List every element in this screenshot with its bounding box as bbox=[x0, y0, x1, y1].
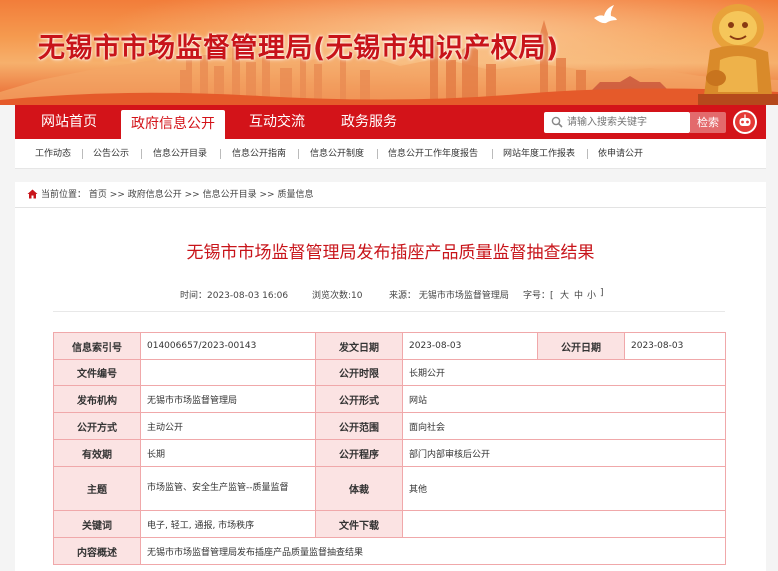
nav-interaction[interactable]: 互动交流 bbox=[237, 105, 317, 139]
subnav-apply-disclosure[interactable]: 依申请公开 bbox=[598, 139, 643, 169]
subnav-separator bbox=[298, 149, 299, 159]
sub-navbar: 工作动态 公告公示 信息公开目录 信息公开指南 信息公开制度 信息公开工作年度报… bbox=[15, 139, 766, 169]
subnav-separator bbox=[587, 149, 588, 159]
robot-face-icon bbox=[735, 112, 755, 132]
breadcrumb-separator: >> bbox=[184, 190, 200, 200]
breadcrumb-bar: 当前位置： 首页 >> 政府信息公开 >> 信息公开目录 >> 质量信息 bbox=[15, 182, 766, 208]
article-source: 来源： 无锡市市场监督管理局 bbox=[389, 291, 509, 301]
stone-lion-illustration bbox=[698, 4, 778, 105]
article-views: 浏览次数:10 bbox=[312, 291, 363, 301]
breadcrumb-gov-info[interactable]: 政府信息公开 bbox=[128, 190, 182, 200]
summary-label: 内容概述 bbox=[53, 537, 141, 565]
doc-no-label: 文件编号 bbox=[53, 359, 141, 386]
subnav-info-rules[interactable]: 信息公开制度 bbox=[310, 139, 364, 169]
font-size-large[interactable]: 大 bbox=[560, 288, 569, 301]
procedure-value: 部门内部审核后公开 bbox=[402, 439, 726, 467]
summary-value: 无锡市市场监督管理局发布插座产品质量监督抽查结果 bbox=[140, 537, 726, 565]
validity-value: 长期 bbox=[140, 439, 316, 467]
subject-value: 市场监管、安全生产监管--质量监督 bbox=[140, 466, 316, 511]
table-row: 关键词 电子, 轻工, 通报, 市场秩序 文件下载 bbox=[53, 510, 726, 538]
subnav-info-catalog[interactable]: 信息公开目录 bbox=[153, 139, 207, 169]
nav-gov-services[interactable]: 政务服务 bbox=[329, 105, 409, 139]
subject-label: 主题 bbox=[53, 466, 141, 511]
publish-method-label: 公开方式 bbox=[53, 412, 141, 440]
table-row: 公开方式 主动公开 公开范围 面向社会 bbox=[53, 412, 726, 440]
home-icon bbox=[27, 189, 38, 199]
subnav-work-news[interactable]: 工作动态 bbox=[35, 139, 71, 169]
attachment-label: 文件下载 bbox=[315, 510, 403, 538]
publish-date-value: 2023-08-03 bbox=[624, 332, 726, 360]
nav-home[interactable]: 网站首页 bbox=[29, 105, 109, 139]
issue-date-value: 2023-08-03 bbox=[402, 332, 538, 360]
breadcrumb-info-catalog[interactable]: 信息公开目录 bbox=[203, 190, 257, 200]
table-row: 信息索引号 014006657/2023-00143 发文日期 2023-08-… bbox=[53, 332, 726, 360]
subnav-separator bbox=[377, 149, 378, 159]
breadcrumb: 当前位置： 首页 >> 政府信息公开 >> 信息公开目录 >> 质量信息 bbox=[27, 182, 313, 208]
subnav-info-guide[interactable]: 信息公开指南 bbox=[232, 139, 286, 169]
issuer-label: 发布机构 bbox=[53, 385, 141, 413]
subnav-website-report[interactable]: 网站年度工作报表 bbox=[503, 139, 575, 169]
issuer-value: 无锡市市场监督管理局 bbox=[140, 385, 316, 413]
font-size-small[interactable]: 小 bbox=[587, 288, 596, 301]
article-time: 时间：2023-08-03 16:06 bbox=[180, 291, 289, 301]
font-size-close: ] bbox=[600, 288, 604, 298]
doc-no-value bbox=[140, 359, 316, 386]
genre-label: 体裁 bbox=[315, 466, 403, 511]
publish-period-value: 长期公开 bbox=[402, 359, 726, 386]
article-content: 无锡市市场监督管理局发布插座产品质量监督抽查结果 时间：2023-08-03 1… bbox=[15, 208, 766, 571]
nav-gov-info-disclosure[interactable]: 政府信息公开 bbox=[121, 110, 225, 139]
breadcrumb-separator: >> bbox=[109, 190, 125, 200]
font-size-label: 字号：[ bbox=[523, 291, 554, 301]
subnav-annual-report[interactable]: 信息公开工作年度报告 bbox=[388, 139, 478, 169]
search-input[interactable] bbox=[567, 114, 685, 131]
table-row: 文件编号 公开时限 长期公开 bbox=[53, 359, 726, 386]
index-no-value: 014006657/2023-00143 bbox=[140, 332, 316, 360]
search-icon bbox=[551, 116, 563, 128]
table-row: 内容概述 无锡市市场监督管理局发布插座产品质量监督抽查结果 bbox=[53, 537, 726, 565]
index-no-label: 信息索引号 bbox=[53, 332, 141, 360]
search-button[interactable]: 检索 bbox=[690, 112, 726, 133]
publish-form-label: 公开形式 bbox=[315, 385, 403, 413]
main-navbar: 网站首页 政府信息公开 互动交流 政务服务 检索 bbox=[15, 105, 766, 139]
publish-method-value: 主动公开 bbox=[140, 412, 316, 440]
subnav-separator bbox=[82, 149, 83, 159]
breadcrumb-prefix: 当前位置： bbox=[41, 190, 87, 200]
robot-assistant-icon[interactable] bbox=[733, 110, 757, 134]
table-row: 有效期 长期 公开程序 部门内部审核后公开 bbox=[53, 439, 726, 467]
font-size-medium[interactable]: 中 bbox=[574, 288, 583, 301]
article-title: 无锡市市场监督管理局发布插座产品质量监督抽查结果 bbox=[186, 243, 595, 263]
site-title: 无锡市市场监督管理局(无锡市知识产权局) bbox=[38, 33, 559, 64]
breadcrumb-home[interactable]: 首页 bbox=[89, 190, 107, 200]
publish-scope-label: 公开范围 bbox=[315, 412, 403, 440]
subnav-announcements[interactable]: 公告公示 bbox=[93, 139, 129, 169]
subnav-separator bbox=[492, 149, 493, 159]
procedure-label: 公开程序 bbox=[315, 439, 403, 467]
attachment-value[interactable] bbox=[402, 510, 726, 538]
publish-scope-value: 面向社会 bbox=[402, 412, 726, 440]
breadcrumb-quality-info[interactable]: 质量信息 bbox=[277, 190, 313, 200]
issue-date-label: 发文日期 bbox=[315, 332, 403, 360]
divider bbox=[53, 311, 725, 312]
genre-value: 其他 bbox=[402, 466, 726, 511]
table-row: 主题 市场监管、安全生产监管--质量监督 体裁 其他 bbox=[53, 466, 726, 511]
keywords-value: 电子, 轻工, 通报, 市场秩序 bbox=[140, 510, 316, 538]
site-banner: 无锡市市场监督管理局(无锡市知识产权局) bbox=[0, 0, 778, 105]
breadcrumb-separator: >> bbox=[259, 190, 275, 200]
search-box bbox=[544, 112, 690, 133]
publish-form-value: 网站 bbox=[402, 385, 726, 413]
dove-icon bbox=[594, 5, 617, 24]
table-row: 发布机构 无锡市市场监督管理局 公开形式 网站 bbox=[53, 385, 726, 413]
subnav-separator bbox=[220, 149, 221, 159]
validity-label: 有效期 bbox=[53, 439, 141, 467]
keywords-label: 关键词 bbox=[53, 510, 141, 538]
article-meta: 时间：2023-08-03 16:06 浏览次数:10 来源： 无锡市市场监督管… bbox=[15, 288, 766, 302]
publish-date-label: 公开日期 bbox=[537, 332, 625, 360]
info-table: 信息索引号 014006657/2023-00143 发文日期 2023-08-… bbox=[53, 332, 726, 565]
subnav-separator bbox=[141, 149, 142, 159]
publish-period-label: 公开时限 bbox=[315, 359, 403, 386]
